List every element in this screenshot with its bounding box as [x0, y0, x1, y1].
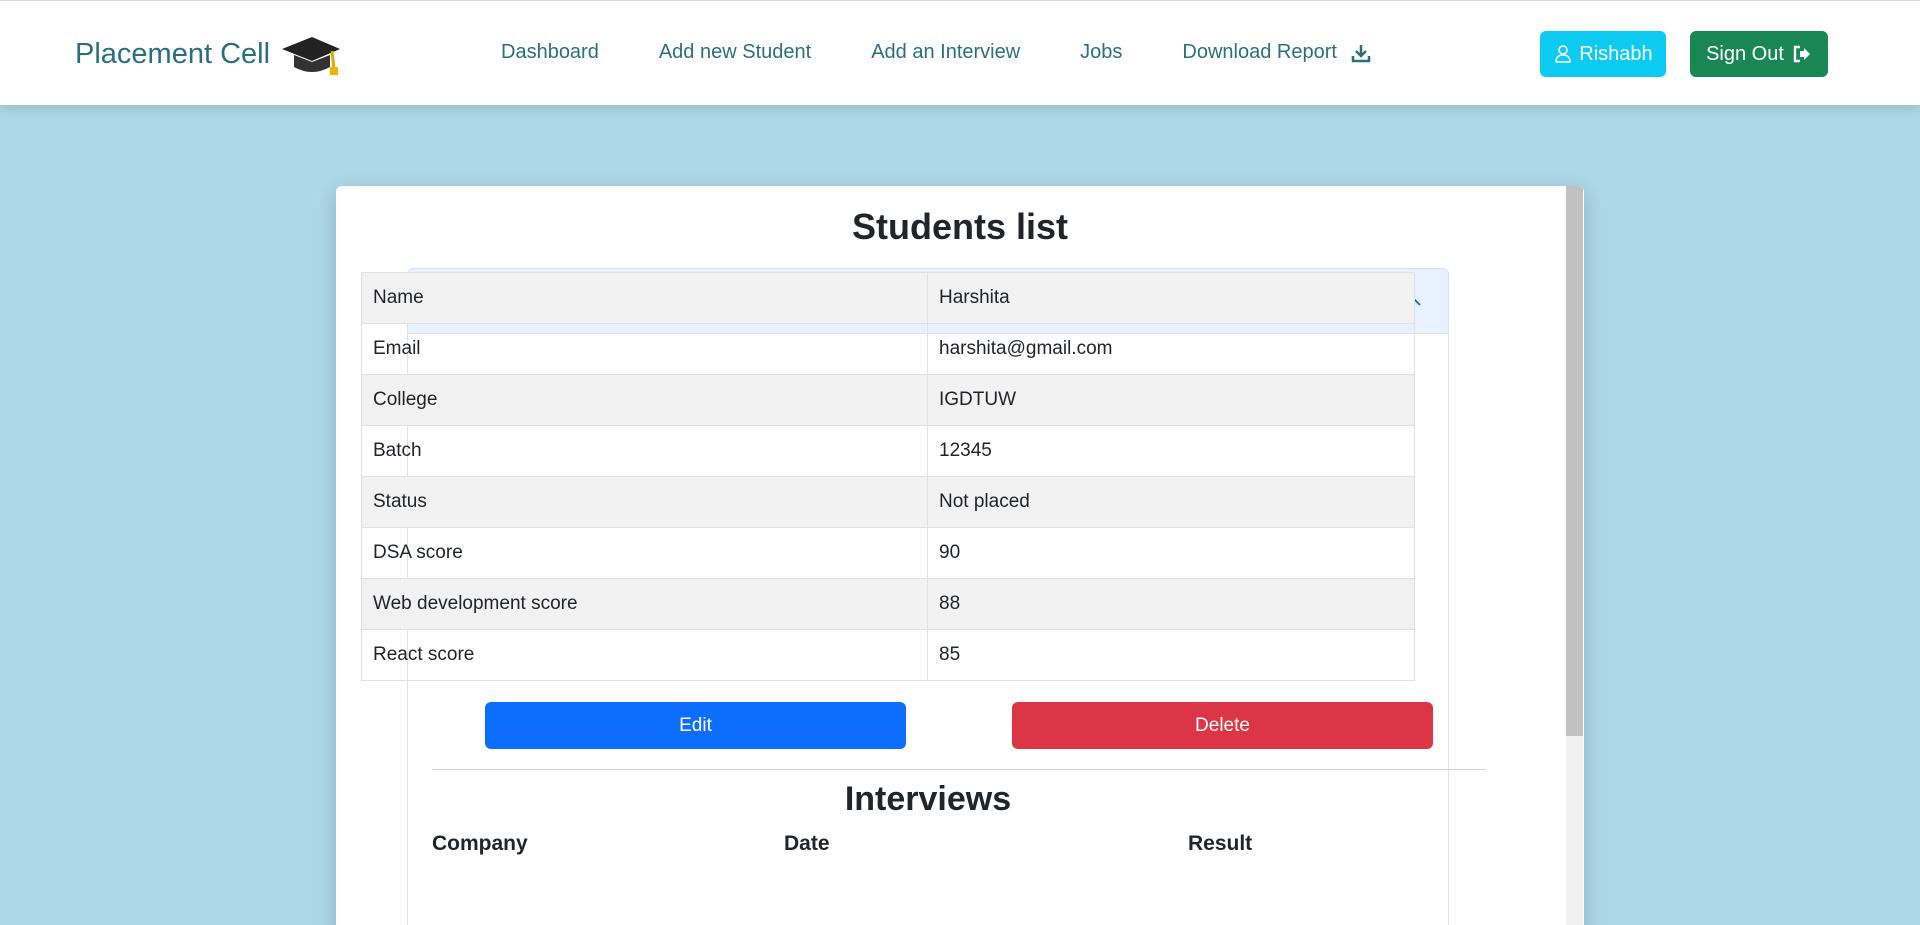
- interviews-col-result: Result: [1188, 832, 1253, 855]
- interviews-col-company: Company: [432, 832, 528, 855]
- user-name: Rishabh: [1579, 42, 1653, 65]
- nav-jobs[interactable]: Jobs: [1080, 41, 1122, 64]
- navbar: Placement Cell Dashboard Add new Student…: [0, 0, 1920, 105]
- delete-button[interactable]: Delete: [1012, 702, 1433, 749]
- students-card: Students list Harshita Name Harshita Ema…: [336, 186, 1584, 925]
- sign-out-label: Sign Out: [1706, 42, 1784, 65]
- nav-links: Dashboard Add new Student Add an Intervi…: [501, 41, 1371, 64]
- nav-add-student[interactable]: Add new Student: [659, 41, 811, 64]
- download-report-label: Download Report: [1182, 41, 1337, 63]
- scrollbar-thumb[interactable]: [1566, 186, 1583, 736]
- accordion-body: Edit Delete Interviews Company Date Resu…: [407, 186, 1486, 925]
- interviews-col-date: Date: [784, 832, 830, 855]
- graduation-cap-icon: [282, 37, 341, 75]
- divider: [432, 769, 1486, 770]
- interviews-table-header: Company Date Result: [432, 832, 1486, 862]
- brand-title: Placement Cell: [75, 37, 271, 70]
- user-icon: [1555, 45, 1572, 63]
- nav-dashboard[interactable]: Dashboard: [501, 41, 599, 64]
- user-profile-button[interactable]: Rishabh: [1540, 31, 1666, 77]
- nav-download-report[interactable]: Download Report: [1182, 41, 1371, 64]
- interviews-title: Interviews: [844, 780, 1012, 818]
- nav-add-interview[interactable]: Add an Interview: [871, 41, 1020, 64]
- edit-button[interactable]: Edit: [485, 702, 906, 749]
- sign-out-button[interactable]: Sign Out: [1690, 31, 1828, 77]
- download-icon: [1351, 44, 1371, 62]
- sign-out-icon: [1793, 45, 1810, 63]
- brand-link[interactable]: Placement Cell: [75, 29, 342, 79]
